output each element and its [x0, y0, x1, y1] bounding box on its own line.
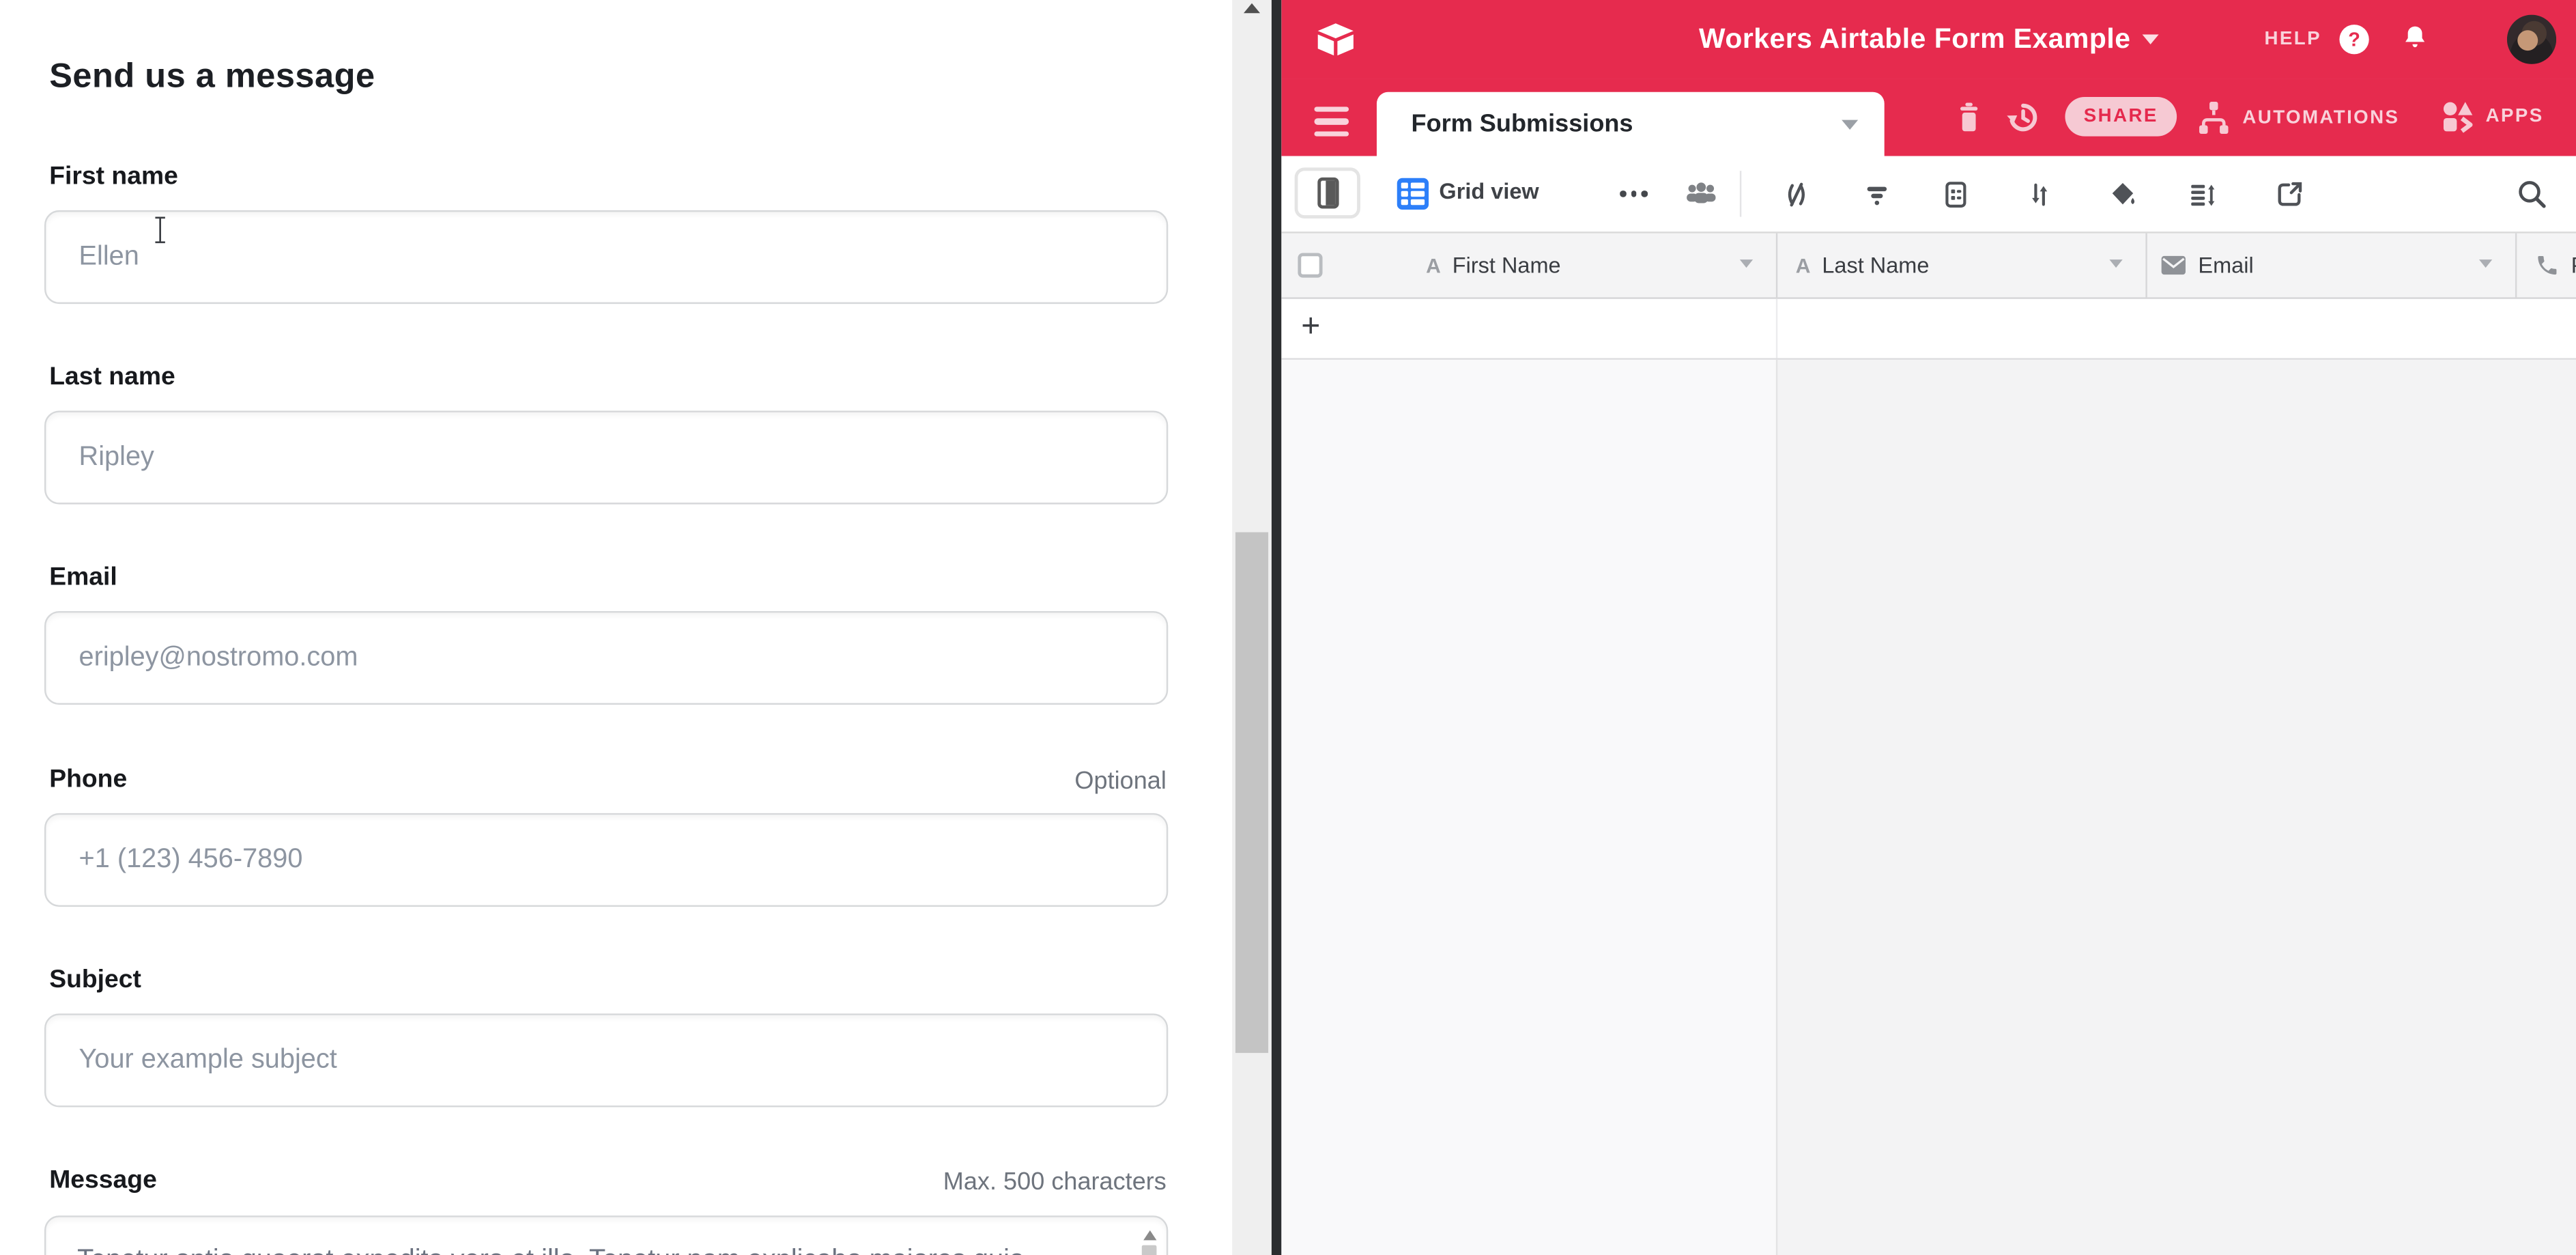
airtable-topbar: Workers Airtable Form Example HELP ?	[1281, 0, 2576, 79]
phone-label: Phone	[49, 765, 127, 795]
form-title: Send us a message	[49, 57, 375, 97]
question-circle-icon[interactable]: ?	[2339, 25, 2369, 54]
automations-icon	[2195, 98, 2233, 136]
sidebar-toggle-button[interactable]	[1295, 167, 1360, 218]
chevron-down-icon[interactable]	[2479, 259, 2492, 268]
column-header-last-name[interactable]: A Last Name	[1796, 234, 1930, 298]
add-record-row[interactable]: +	[1281, 299, 2576, 360]
chevron-down-icon[interactable]	[1740, 259, 1753, 268]
phone-input[interactable]	[44, 813, 1168, 907]
page-scrollbar-thumb[interactable]	[1235, 532, 1268, 1053]
page-scrollbar[interactable]	[1232, 0, 1272, 1255]
last-name-input[interactable]	[44, 410, 1168, 504]
grid-empty-area-left	[1281, 360, 1775, 1255]
text-field-icon: A	[1796, 254, 1811, 277]
email-input[interactable]	[44, 611, 1168, 705]
apps-button[interactable]: APPS	[2439, 98, 2543, 135]
chevron-down-icon[interactable]	[2109, 259, 2122, 268]
subject-input[interactable]	[44, 1013, 1168, 1107]
scrollbar-thumb[interactable]	[1142, 1245, 1157, 1255]
last-name-label: Last name	[49, 363, 175, 393]
envelope-icon	[2160, 255, 2187, 276]
chevron-down-icon	[1842, 119, 1858, 128]
chevron-down-icon	[2142, 35, 2158, 44]
tab-label: Form Submissions	[1412, 110, 1633, 138]
textarea-scrollbar[interactable]	[1139, 1224, 1160, 1255]
column-divider	[1776, 360, 1777, 1255]
grid-view-icon[interactable]	[1394, 175, 1431, 212]
bell-icon[interactable]	[2399, 23, 2431, 56]
help-button[interactable]: HELP	[2264, 29, 2321, 49]
collaborators-icon[interactable]	[1683, 175, 1720, 212]
add-record-plus-icon[interactable]: +	[1301, 309, 1320, 346]
hamburger-icon[interactable]	[1315, 107, 1349, 136]
view-name[interactable]: Grid view	[1439, 179, 1539, 203]
hide-fields-icon[interactable]	[1781, 179, 1812, 210]
grid-empty-area-right	[1776, 360, 2576, 1255]
subject-label: Subject	[49, 966, 141, 996]
message-label: Message	[49, 1166, 157, 1196]
message-text: Tenetur optio quaerat expedita vero et i…	[77, 1240, 1112, 1255]
row-height-icon[interactable]	[2187, 179, 2218, 210]
screen: Send us a message First name Last name E…	[0, 0, 2576, 1255]
message-textarea[interactable]: Tenetur optio quaerat expedita vero et i…	[44, 1215, 1168, 1255]
more-dots-icon[interactable]	[1620, 191, 1647, 197]
sidebar-toggle-icon	[1317, 178, 1338, 209]
share-button[interactable]: SHARE	[2065, 97, 2177, 137]
phone-optional-note: Optional	[1074, 767, 1166, 795]
column-header-email[interactable]: Email	[2160, 234, 2254, 298]
text-cursor-ibeam	[151, 215, 169, 244]
tab-form-submissions[interactable]: Form Submissions	[1377, 92, 1885, 156]
group-icon[interactable]	[1941, 179, 1972, 210]
first-name-label: First name	[49, 163, 178, 192]
base-title[interactable]: Workers Airtable Form Example	[1699, 23, 2130, 56]
apps-icon	[2439, 98, 2476, 135]
history-icon[interactable]	[2004, 98, 2042, 136]
window-divider	[1272, 0, 1281, 1255]
view-toolbar: Grid view	[1281, 156, 2576, 232]
share-view-icon[interactable]	[2274, 179, 2305, 210]
message-maxchars-note: Max. 500 characters	[943, 1168, 1167, 1196]
scroll-up-arrow-icon[interactable]	[1143, 1230, 1156, 1240]
search-icon[interactable]	[2515, 178, 2548, 210]
base-title-group[interactable]: Workers Airtable Form Example	[1281, 0, 2576, 79]
toolbar-divider	[1740, 171, 1741, 216]
column-header-first-name[interactable]: A First Name	[1426, 234, 1560, 298]
first-name-input[interactable]	[44, 210, 1168, 304]
filter-icon[interactable]	[1861, 179, 1893, 210]
color-icon[interactable]	[2108, 179, 2139, 210]
automations-button[interactable]: AUTOMATIONS	[2195, 98, 2400, 136]
text-field-icon: A	[1426, 254, 1441, 277]
phone-icon	[2535, 253, 2560, 277]
email-label: Email	[49, 563, 117, 593]
sort-icon[interactable]	[2024, 179, 2055, 210]
trash-icon[interactable]	[1951, 98, 1986, 136]
scroll-up-arrow-icon[interactable]	[1244, 3, 1260, 13]
airtable-tabbar: Form Submissions SHARE	[1281, 79, 2576, 156]
avatar[interactable]	[2507, 15, 2556, 64]
grid-header-row: A First Name A Last Name Email	[1281, 231, 2576, 299]
contact-form-pane: Send us a message First name Last name E…	[0, 0, 1232, 1255]
select-all-checkbox[interactable]	[1298, 253, 1322, 277]
airtable-window: Workers Airtable Form Example HELP ? For…	[1281, 0, 2576, 1255]
column-header-phone[interactable]: Phone	[2535, 234, 2576, 298]
